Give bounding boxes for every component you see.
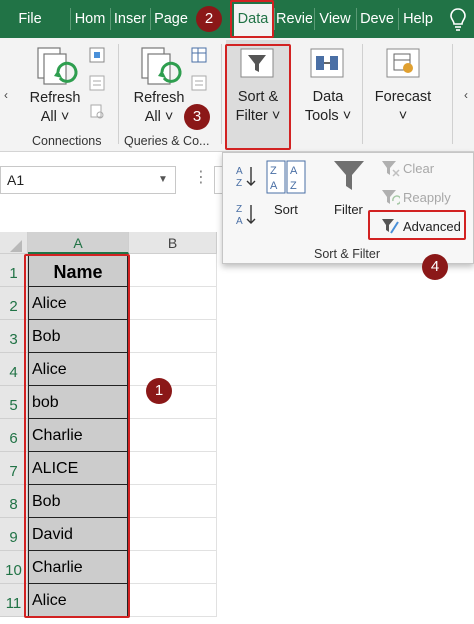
refresh-all-icon bbox=[37, 47, 78, 85]
properties-icon[interactable] bbox=[88, 74, 106, 92]
queries-connections-icon[interactable] bbox=[88, 46, 106, 64]
name-box[interactable]: A1 bbox=[0, 166, 176, 194]
data-tools-icon bbox=[310, 48, 344, 78]
sort-dialog-icon: Z A A Z bbox=[266, 160, 306, 194]
tab-home[interactable]: Hom bbox=[72, 0, 108, 38]
svg-text:A: A bbox=[236, 216, 243, 226]
reapply-icon bbox=[382, 190, 400, 205]
refresh-all-label-1: Refresh bbox=[29, 90, 81, 106]
group-separator bbox=[362, 44, 363, 144]
tab-separator bbox=[110, 8, 111, 30]
svg-text:A: A bbox=[270, 180, 278, 192]
data-tools-label-1: Data bbox=[312, 89, 344, 105]
forecast-label-1: Forecast bbox=[374, 89, 432, 105]
tab-separator bbox=[314, 8, 315, 30]
query-properties-icon[interactable] bbox=[190, 74, 208, 92]
refresh-all-queries-label-2: All ˅ bbox=[144, 109, 174, 125]
svg-text:Z: Z bbox=[236, 204, 242, 215]
refresh-all-queries-label-1: Refresh bbox=[133, 90, 185, 106]
tab-separator bbox=[150, 8, 151, 30]
group-label-queries: Queries & Co... bbox=[124, 134, 210, 148]
refresh-all-queries-icon bbox=[141, 47, 182, 85]
sort-button[interactable]: Sort bbox=[274, 202, 298, 217]
svg-text:Z: Z bbox=[236, 178, 242, 188]
name-box-dropdown-icon[interactable]: ▼ bbox=[158, 174, 168, 185]
ribbon-scroll-left-icon[interactable]: ‹ bbox=[4, 88, 8, 102]
tab-view[interactable]: View bbox=[316, 0, 354, 38]
tab-insert[interactable]: Inser bbox=[112, 0, 148, 38]
empty-cell-b[interactable] bbox=[129, 419, 217, 452]
tab-page-layout[interactable]: Page bbox=[152, 0, 190, 38]
sort-a-to-z-icon[interactable]: A Z bbox=[234, 164, 258, 188]
tab-separator bbox=[274, 8, 275, 30]
reapply-button[interactable]: Reapply bbox=[403, 190, 451, 205]
edit-links-icon[interactable] bbox=[88, 102, 106, 120]
group-label-connections: Connections bbox=[32, 134, 102, 148]
callout-badge-1: 1 bbox=[146, 378, 172, 404]
refresh-all-queries-button[interactable]: Refresh All ˅ bbox=[128, 89, 190, 127]
select-all-triangle-icon bbox=[10, 240, 22, 252]
lightbulb-icon[interactable] bbox=[446, 6, 470, 32]
filter-button[interactable]: Filter bbox=[334, 202, 363, 217]
column-header-a[interactable]: A bbox=[28, 232, 129, 254]
empty-cell-b[interactable] bbox=[129, 518, 217, 551]
callout-box-data-tab bbox=[230, 0, 274, 38]
empty-cell-b[interactable] bbox=[129, 584, 217, 617]
ribbon-scroll-right-icon[interactable]: ‹ bbox=[464, 88, 468, 102]
empty-cell-b[interactable] bbox=[129, 320, 217, 353]
group-separator bbox=[221, 44, 222, 144]
empty-cell-b[interactable] bbox=[129, 353, 217, 386]
group-separator bbox=[452, 44, 453, 144]
forecast-icon bbox=[386, 48, 420, 78]
query-table-icon[interactable] bbox=[190, 46, 208, 64]
refresh-all-label-2: All ˅ bbox=[40, 109, 70, 125]
group-separator bbox=[118, 44, 119, 144]
callout-box-data-range bbox=[24, 254, 130, 618]
sort-z-to-a-icon[interactable]: Z A bbox=[234, 202, 258, 226]
svg-text:Z: Z bbox=[270, 165, 277, 177]
callout-badge-2: 2 bbox=[196, 6, 222, 32]
empty-cell-b[interactable] bbox=[129, 254, 217, 287]
callout-box-sort-filter bbox=[225, 44, 291, 150]
data-tools-button[interactable]: Data Tools ˅ bbox=[298, 88, 358, 126]
tab-help[interactable]: Help bbox=[400, 0, 436, 38]
tab-developer[interactable]: Deve bbox=[358, 0, 396, 38]
clear-filter-icon bbox=[382, 161, 400, 177]
column-header-b[interactable]: B bbox=[129, 232, 217, 254]
tab-separator bbox=[398, 8, 399, 30]
svg-text:Z: Z bbox=[290, 180, 297, 192]
svg-text:A: A bbox=[290, 165, 298, 177]
callout-box-advanced bbox=[368, 210, 466, 240]
empty-cell-b[interactable] bbox=[129, 452, 217, 485]
data-tools-label-2: Tools ˅ bbox=[304, 108, 352, 124]
tab-separator bbox=[70, 8, 71, 30]
svg-text:A: A bbox=[236, 166, 243, 177]
tab-review[interactable]: Revie bbox=[276, 0, 312, 38]
tab-separator bbox=[356, 8, 357, 30]
empty-cell-b[interactable] bbox=[129, 551, 217, 584]
refresh-all-button[interactable]: Refresh All ˅ bbox=[24, 89, 86, 127]
tab-file[interactable]: File bbox=[8, 0, 52, 38]
formula-bar-grip-icon: ⋮ bbox=[193, 169, 209, 186]
callout-badge-3: 3 bbox=[184, 104, 210, 130]
forecast-button[interactable]: Forecast ˅ bbox=[370, 88, 436, 126]
forecast-dropdown-arrow: ˅ bbox=[398, 108, 408, 124]
filter-funnel-icon bbox=[334, 161, 364, 190]
clear-button[interactable]: Clear bbox=[403, 161, 434, 176]
empty-cell-b[interactable] bbox=[129, 287, 217, 320]
group-label-sort-filter: Sort & Filter bbox=[314, 247, 380, 261]
callout-badge-4: 4 bbox=[422, 254, 448, 280]
empty-cell-b[interactable] bbox=[129, 386, 217, 419]
empty-cell-b[interactable] bbox=[129, 485, 217, 518]
